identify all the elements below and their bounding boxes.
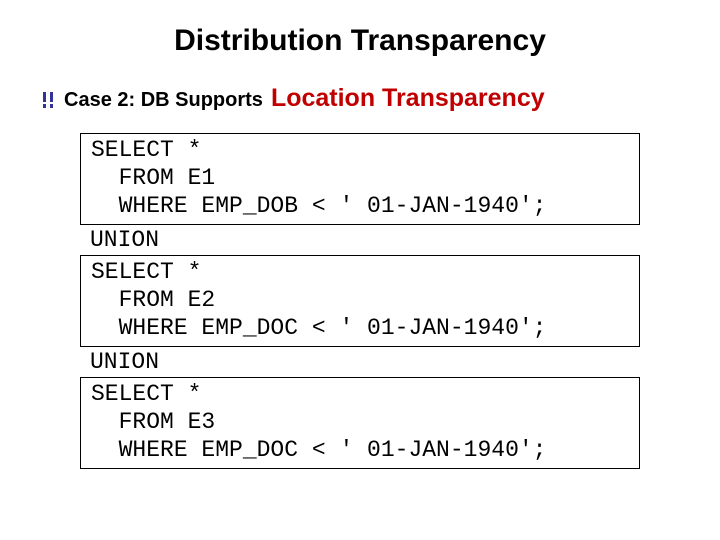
union-keyword-2: UNION — [80, 347, 640, 377]
sql-block-3: SELECT * FROM E3 WHERE EMP_DOC < ' 01-JA… — [80, 377, 640, 469]
subtitle-lead: Case 2: DB Supports — [64, 89, 263, 112]
sql-block-2: SELECT * FROM E2 WHERE EMP_DOC < ' 01-JA… — [80, 255, 640, 347]
subtitle-row: Case 2: DB Supports Location Transparenc… — [40, 84, 720, 113]
page-title: Distribution Transparency — [0, 24, 720, 58]
slide: Distribution Transparency Case 2: DB Sup… — [0, 0, 720, 540]
subtitle-strong: Location Transparency — [271, 84, 545, 113]
content-area: SELECT * FROM E1 WHERE EMP_DOB < ' 01-JA… — [80, 133, 640, 469]
bullet-icon — [40, 92, 56, 108]
union-keyword-1: UNION — [80, 225, 640, 255]
sql-block-1: SELECT * FROM E1 WHERE EMP_DOB < ' 01-JA… — [80, 133, 640, 225]
